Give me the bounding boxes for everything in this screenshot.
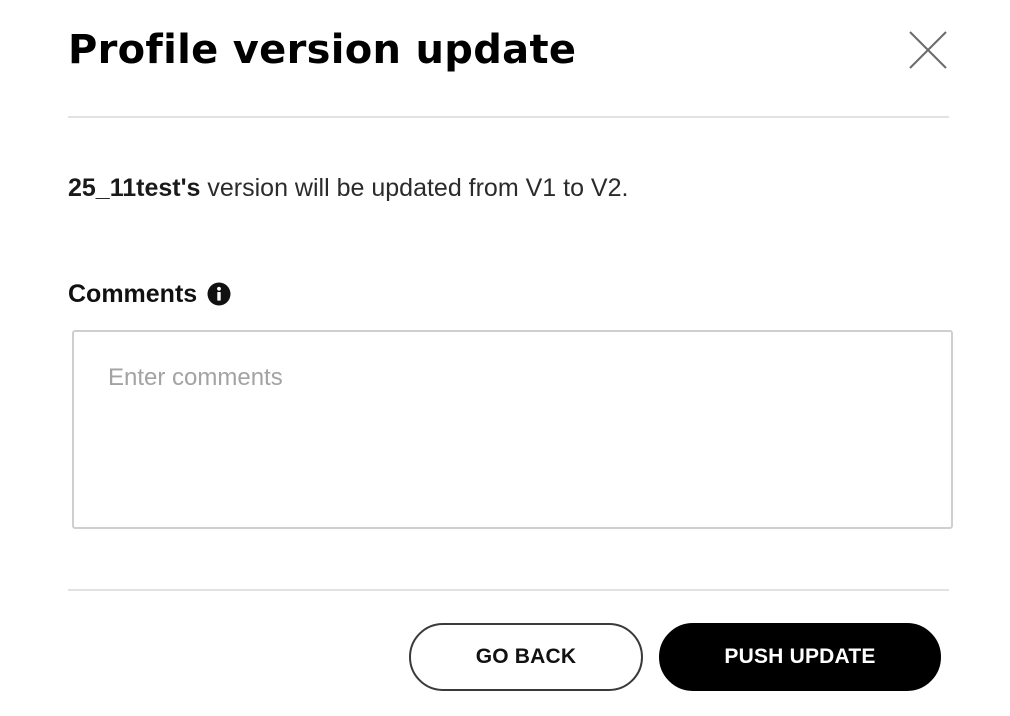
comments-textarea[interactable]: [72, 330, 953, 529]
info-icon[interactable]: [207, 282, 231, 306]
close-icon: [906, 28, 950, 72]
dialog-title: Profile version update: [68, 27, 577, 73]
push-update-button[interactable]: PUSH UPDATE: [659, 623, 941, 691]
update-message-text: version will be updated from V1 to V2.: [200, 174, 629, 202]
comments-label: Comments: [68, 280, 198, 308]
footer-divider: [68, 589, 949, 591]
header-divider: [68, 116, 949, 118]
go-back-button[interactable]: GO BACK: [409, 623, 643, 691]
profile-version-update-dialog: Profile version update 25_11test's versi…: [0, 0, 1010, 716]
close-button[interactable]: [906, 28, 950, 72]
update-message: 25_11test's version will be updated from…: [68, 172, 628, 204]
profile-name: 25_11test's: [68, 174, 201, 202]
comments-label-row: Comments: [68, 278, 231, 310]
